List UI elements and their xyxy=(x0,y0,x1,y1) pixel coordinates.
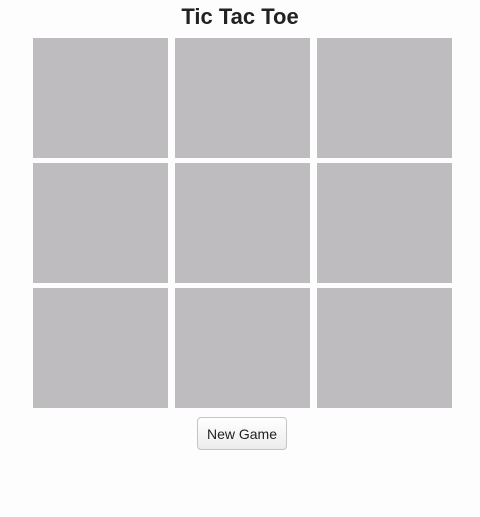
board-cell-2-2[interactable] xyxy=(175,163,310,283)
page-title: Tic Tac Toe xyxy=(181,4,299,29)
game-board xyxy=(33,38,452,408)
game-page: Tic Tac Toe New Game xyxy=(0,0,480,517)
new-game-button[interactable]: New Game xyxy=(197,417,287,450)
board-cell-2-1[interactable] xyxy=(33,163,168,283)
board-cell-1-3[interactable] xyxy=(317,38,452,158)
board-cell-2-3[interactable] xyxy=(317,163,452,283)
board-cell-1-2[interactable] xyxy=(175,38,310,158)
board-cell-3-1[interactable] xyxy=(33,288,168,408)
board-cell-3-3[interactable] xyxy=(317,288,452,408)
board-cell-3-2[interactable] xyxy=(175,288,310,408)
board-cell-1-1[interactable] xyxy=(33,38,168,158)
